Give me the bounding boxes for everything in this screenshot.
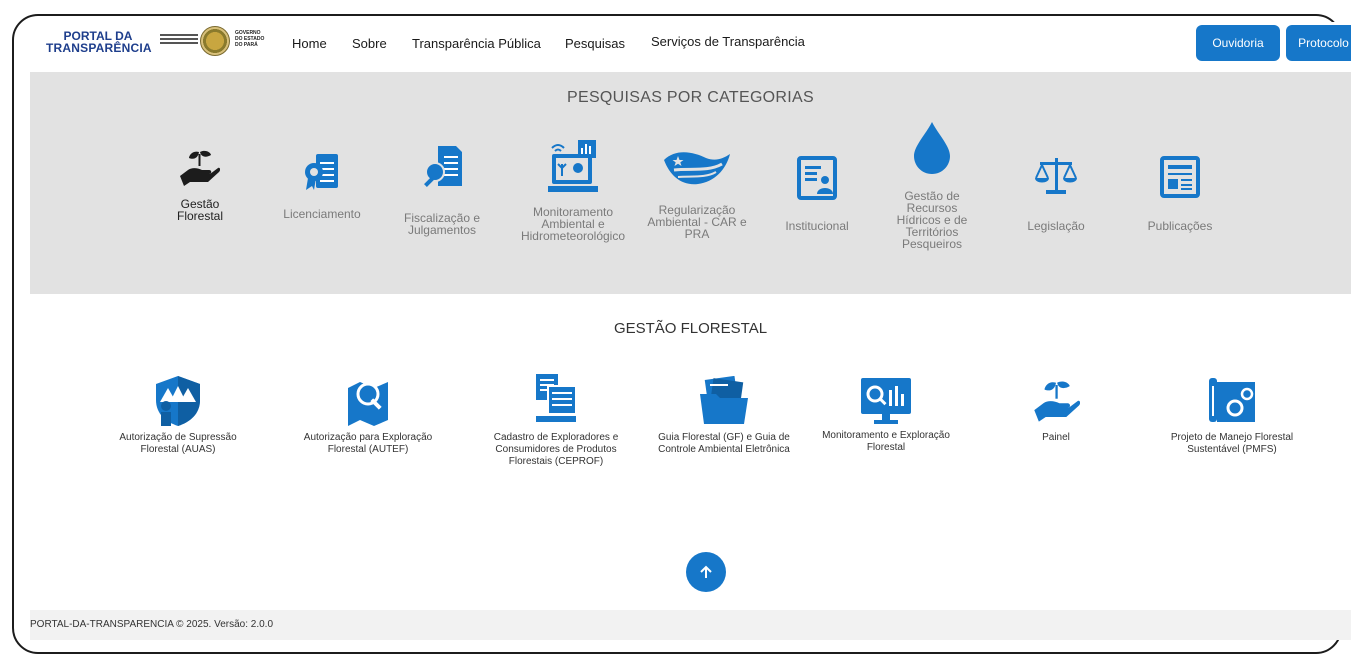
category-label: Gestão de Recursos Hídricos e de Territó… [896, 189, 968, 251]
service-label: Autorização de Supressão Florestal (AUAS… [119, 432, 237, 455]
license-document-icon [305, 154, 338, 190]
category-licenciamento[interactable]: Licenciamento [272, 154, 372, 224]
category-gestao-florestal[interactable]: Gestão Florestal [160, 148, 240, 248]
nav-pesquisas[interactable]: Pesquisas [565, 36, 625, 51]
arrow-up-icon [700, 565, 712, 578]
category-regularizacao-ambiental[interactable]: Regularização Ambiental - CAR e PRA [642, 150, 752, 250]
back-to-top-button[interactable] [686, 552, 726, 592]
service-label: Cadastro de Exploradores e Consumidores … [493, 432, 619, 467]
category-label: Legislação [1027, 219, 1085, 233]
logo-line-2: TRANSPARÊNCIA [46, 41, 152, 55]
environmental-monitor-icon [548, 140, 598, 192]
top-navigation-bar: PORTAL DA TRANSPARÊNCIA GOVERNO DO ESTAD… [30, 22, 1351, 72]
folder-documents-icon [700, 376, 748, 424]
service-label: Autorização para Exploração Florestal (A… [303, 432, 433, 455]
footer-text: PORTAL-DA-TRANSPARENCIA © 2025. Versão: … [30, 619, 274, 630]
hand-plant-icon [1034, 381, 1080, 422]
category-label: Publicações [1147, 219, 1213, 233]
section-title: GESTÃO FLORESTAL [613, 320, 768, 337]
category-institucional[interactable]: Institucional [772, 156, 862, 236]
category-label: Monitoramento Ambiental e Hidrometeoroló… [520, 205, 626, 243]
service-label: Guia Florestal (GF) e Guia de Controle A… [658, 432, 790, 455]
institutional-profile-icon [797, 156, 837, 200]
pará-flag-icon [664, 152, 730, 185]
service-ceprof[interactable]: Cadastro de Exploradores e Consumidores … [486, 374, 626, 468]
nav-servicos-de-transparencia[interactable]: Serviços de Transparência [651, 34, 805, 49]
nav-transparencia-publica[interactable]: Transparência Pública [412, 36, 541, 51]
state-seal-icon [200, 26, 230, 56]
service-guia-florestal[interactable]: Guia Florestal (GF) e Guia de Controle A… [654, 376, 794, 456]
water-drop-icon [914, 122, 950, 174]
service-label: Monitoramento e Exploração Florestal [822, 430, 950, 453]
service-auas[interactable]: Autorização de Supressão Florestal (AUAS… [108, 376, 248, 456]
page: PORTAL DA TRANSPARÊNCIA GOVERNO DO ESTAD… [18, 0, 1351, 655]
service-painel[interactable]: Painel [986, 376, 1126, 444]
service-label: Painel [1042, 432, 1070, 443]
category-recursos-hidricos[interactable]: Gestão de Recursos Hídricos e de Territó… [892, 122, 972, 262]
register-computer-icon [536, 374, 577, 422]
categories-section: PESQUISAS POR CATEGORIAS Gestão Floresta… [30, 72, 1351, 294]
nav-home[interactable]: Home [292, 36, 327, 51]
hand-plant-icon [180, 150, 220, 186]
category-legislacao[interactable]: Legislação [1016, 156, 1096, 236]
category-label: Institucional [785, 219, 849, 233]
service-label: Projeto de Manejo Florestal Sustentável … [1170, 432, 1294, 455]
category-label: Licenciamento [283, 207, 361, 221]
category-monitoramento-ambiental[interactable]: Monitoramento Ambiental e Hidrometeoroló… [514, 140, 632, 250]
ouvidoria-button[interactable]: Ouvidoria [1196, 25, 1280, 61]
nav-sobre[interactable]: Sobre [352, 36, 387, 51]
gestao-florestal-section: GESTÃO FLORESTAL Autorização de Supressã… [30, 294, 1351, 610]
category-label: Gestão Florestal [176, 197, 223, 223]
blueprint-gear-icon [1209, 378, 1255, 422]
service-monitoramento-exploracao[interactable]: Monitoramento e Exploração Florestal [816, 378, 956, 454]
category-fiscalizacao-e-julgamentos[interactable]: Fiscalização e Julgamentos [392, 146, 492, 236]
secretariat-text-lines [160, 34, 198, 46]
government-label: GOVERNO DO ESTADO DO PARÁ [235, 30, 265, 48]
category-label: Regularização Ambiental - CAR e PRA [647, 203, 747, 241]
scales-icon [1035, 158, 1077, 194]
publication-icon [1160, 156, 1200, 198]
forest-shield-icon [156, 376, 200, 426]
map-search-icon [348, 382, 388, 426]
category-label: Fiscalização e Julgamentos [403, 211, 481, 237]
service-autef[interactable]: Autorização para Exploração Florestal (A… [298, 380, 438, 456]
category-publicacoes[interactable]: Publicações [1138, 156, 1222, 236]
footer: PORTAL-DA-TRANSPARENCIA © 2025. Versão: … [30, 610, 1351, 640]
inspection-search-icon [424, 146, 462, 187]
monitor-chart-icon [861, 378, 911, 424]
protocolo-button[interactable]: Protocolo [1286, 25, 1351, 61]
categories-title: PESQUISAS POR CATEGORIAS [567, 89, 814, 106]
portal-logo[interactable]: PORTAL DA TRANSPARÊNCIA [46, 30, 152, 56]
service-pmfs[interactable]: Projeto de Manejo Florestal Sustentável … [1162, 376, 1302, 456]
